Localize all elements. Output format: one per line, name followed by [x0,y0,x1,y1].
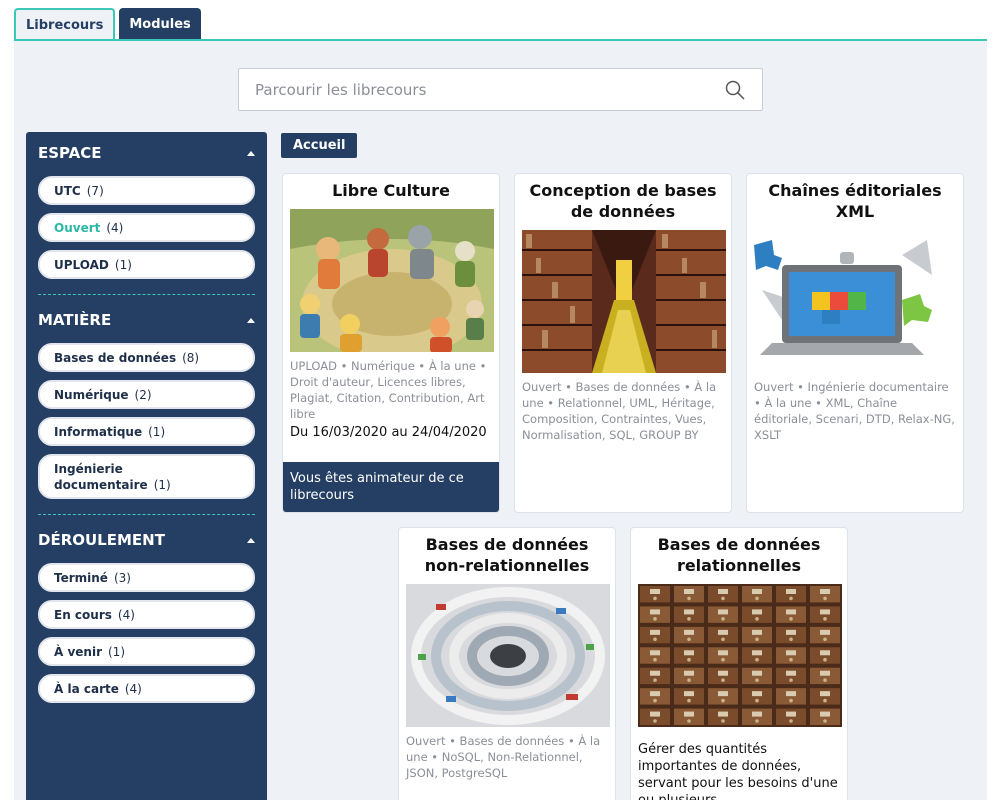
facet-item-label: UPLOAD [54,257,109,272]
course-card-libre-culture[interactable]: Libre Culture UPLOAD • Numérique • À la … [282,173,500,513]
search-box [238,68,763,111]
facet-item-count: (1) [114,257,132,272]
facet-item-numerique[interactable]: Numérique (2) [38,380,255,409]
facet-item-label: Informatique [54,424,143,439]
course-card-chaines-editoriales[interactable]: Chaînes éditoriales XML Ouvert • Ingénie… [746,173,964,513]
tab-modules[interactable]: Modules [119,8,201,40]
facet-item-upload[interactable]: UPLOAD (1) [38,250,255,279]
facet-item-label: Terminé [54,570,108,585]
facet-header-espace[interactable]: ESPACE [38,142,255,164]
facet-item-count: (4) [117,607,135,622]
facet-item-count: (2) [134,387,152,402]
facet-title: ESPACE [38,144,102,162]
facet-divider [38,294,255,295]
search-input[interactable] [255,80,724,99]
facet-item-a-la-carte[interactable]: À la carte (4) [38,674,255,703]
course-card-bdd-non-relationnelles[interactable]: Bases de données non-relationnelles Ouve… [398,527,616,800]
card-title[interactable]: Chaînes éditoriales XML [747,174,963,226]
facet-item-text: Ingénierie documentaire (1) [54,461,239,493]
facet-item-label: Numérique [54,387,129,402]
card-role-banner: Vous êtes animateur de ce librecours [283,462,499,512]
facet-item-informatique[interactable]: Informatique (1) [38,417,255,446]
facet-item-ingenierie-documentaire[interactable]: Ingénierie documentaire (1) [38,454,255,499]
facet-item-a-venir[interactable]: À venir (1) [38,637,255,666]
facet-item-label: Bases de données [54,350,177,365]
tab-librecours[interactable]: Librecours [14,8,116,41]
card-description: Gérer des quantités importantes de donné… [638,742,838,800]
facet-item-en-cours[interactable]: En cours (4) [38,600,255,629]
facet-header-deroulement[interactable]: DÉROULEMENT [38,529,255,551]
facet-item-count: (1) [148,424,166,439]
card-thumbnail-card-catalog[interactable] [638,584,842,727]
facet-item-count: (3) [113,570,131,585]
facet-sidebar: ESPACE UTC (7) Ouvert (4) UPLOAD (1) MATIÈR… [26,132,267,800]
card-thumbnail-paper-vortex[interactable] [406,584,610,727]
facet-item-count: (1) [153,477,171,492]
facet-item-label: En cours [54,607,112,622]
card-dates: Du 16/03/2020 au 24/04/2020 [290,425,487,440]
card-thumbnail-bookshelf[interactable] [522,230,726,373]
facet-item-label: Ouvert [54,220,101,235]
facet-title: DÉROULEMENT [38,531,165,549]
search-icon[interactable] [724,79,746,101]
facet-item-label: À la carte [54,681,119,696]
course-card-conception-bdd[interactable]: Conception de bases de données Ouvert • … [514,173,732,513]
card-tags: Ouvert • Ingénierie documentaire • À la … [754,380,955,442]
facet-item-label: À venir [54,644,102,659]
card-thumbnail-laptop[interactable] [752,230,956,373]
main-panel: ESPACE UTC (7) Ouvert (4) UPLOAD (1) MATIÈR… [14,41,987,800]
tab-bar: Librecours Modules [14,8,201,41]
caret-up-icon[interactable] [247,537,255,543]
card-title[interactable]: Bases de données relationnelles [631,528,847,580]
breadcrumb-home[interactable]: Accueil [281,133,358,158]
facet-item-utc[interactable]: UTC (7) [38,176,255,205]
card-title[interactable]: Bases de données non-relationnelles [399,528,615,580]
facet-title: MATIÈRE [38,311,112,329]
facet-item-label: UTC [54,183,81,198]
facet-item-label: Ingénierie documentaire [54,461,148,492]
card-tags: Ouvert • Bases de données • À la une • N… [406,734,601,780]
facet-divider [38,514,255,515]
facet-item-count: (4) [124,681,142,696]
card-title[interactable]: Conception de bases de données [515,174,731,226]
card-title[interactable]: Libre Culture [283,174,499,205]
caret-up-icon[interactable] [247,317,255,323]
facet-header-matiere[interactable]: MATIÈRE [38,309,255,331]
facet-item-bases-de-donnees[interactable]: Bases de données (8) [38,343,255,372]
card-tags: Ouvert • Bases de données • À la une • R… [522,380,717,442]
card-tags: UPLOAD • Numérique • À la une • Droit d'… [290,359,487,421]
facet-item-ouvert[interactable]: Ouvert (4) [38,213,255,242]
facet-item-count: (1) [108,644,125,659]
caret-up-icon[interactable] [247,150,255,156]
facet-item-count: (7) [86,183,104,198]
course-card-bdd-relationnelles[interactable]: Bases de données relationnelles Gérer de… [630,527,848,800]
card-thumbnail-illustration[interactable] [290,209,494,352]
facet-item-count: (8) [182,350,200,365]
facet-item-termine[interactable]: Terminé (3) [38,563,255,592]
facet-item-count: (4) [106,220,124,235]
